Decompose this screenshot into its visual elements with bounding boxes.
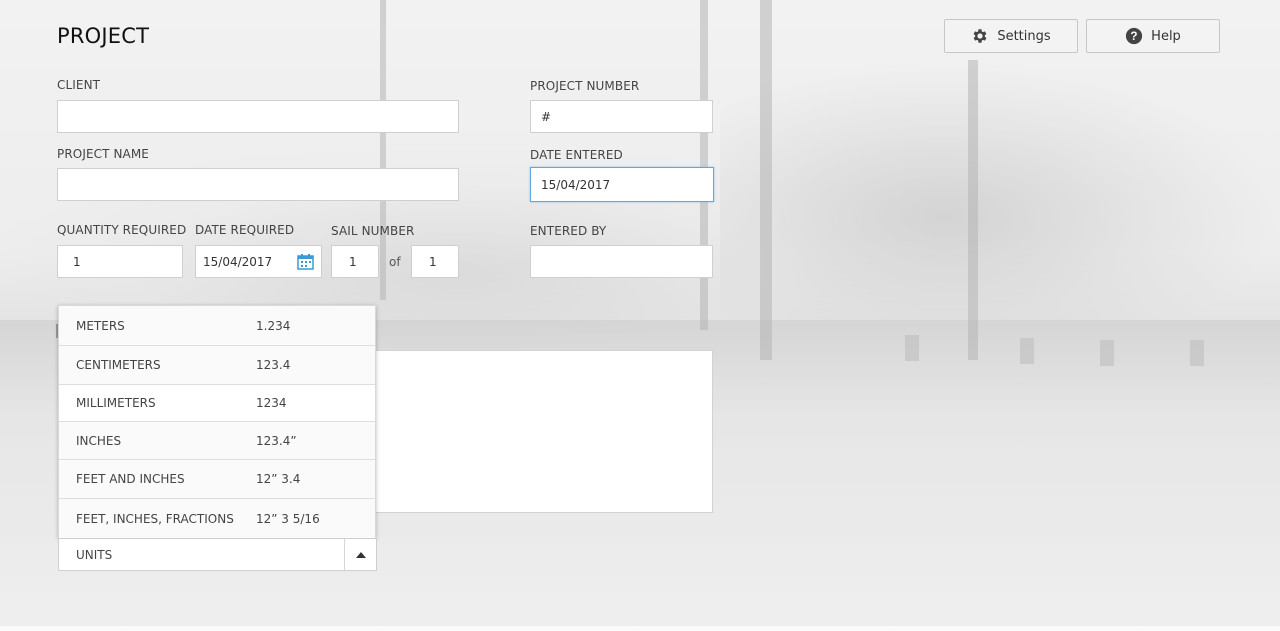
date-entered-input[interactable]: 15/04/2017 (530, 167, 714, 202)
units-option-example: 12” 3.4 (256, 472, 301, 486)
settings-button[interactable]: Settings (944, 19, 1078, 53)
chevron-up-icon[interactable] (344, 539, 376, 570)
sail-number-input[interactable]: 1 (331, 245, 379, 278)
help-button[interactable]: ? Help (1086, 19, 1220, 53)
units-option-name: MILLIMETERS (76, 396, 156, 410)
units-option-meters[interactable]: METERS 1.234 (59, 306, 375, 346)
units-option-name: METERS (76, 318, 125, 333)
client-input[interactable] (57, 100, 459, 133)
units-option-example: 1.234 (256, 318, 291, 333)
date-required-value: 15/04/2017 (203, 254, 273, 269)
sail-number-total-input[interactable]: 1 (411, 245, 459, 278)
units-option-name: FEET AND INCHES (76, 472, 185, 486)
units-option-example: 1234 (256, 396, 287, 410)
help-icon: ? (1125, 27, 1143, 45)
notes-textarea[interactable] (358, 350, 713, 513)
svg-text:?: ? (1131, 30, 1138, 43)
units-option-feet-and-inches[interactable]: FEET AND INCHES 12” 3.4 (59, 460, 375, 499)
units-option-inches[interactable]: INCHES 123.4” (59, 422, 375, 460)
units-option-feet-inches-fractions[interactable]: FEET, INCHES, FRACTIONS 12” 3 5/16 (59, 499, 375, 538)
quantity-required-input[interactable]: 1 (57, 245, 183, 278)
date-entered-label: DATE ENTERED (530, 148, 623, 162)
entered-by-input[interactable] (530, 245, 713, 278)
units-option-millimeters[interactable]: MILLIMETERS 1234 (59, 385, 375, 422)
calendar-icon[interactable] (297, 254, 314, 273)
help-button-label: Help (1151, 28, 1181, 44)
units-option-name: CENTIMETERS (76, 358, 161, 372)
units-option-example: 12” 3 5/16 (256, 511, 320, 526)
units-option-centimeters[interactable]: CENTIMETERS 123.4 (59, 346, 375, 385)
client-label: CLIENT (57, 78, 101, 92)
sail-number-label: SAIL NUMBER (331, 224, 415, 238)
units-select-value: UNITS (76, 547, 113, 562)
project-number-label: PROJECT NUMBER (530, 79, 640, 93)
units-option-example: 123.4” (256, 433, 297, 448)
units-dropdown-menu: METERS 1.234 CENTIMETERS 123.4 MILLIMETE… (58, 305, 376, 538)
units-option-name: INCHES (76, 433, 122, 448)
units-option-name: FEET, INCHES, FRACTIONS (76, 511, 234, 526)
entered-by-label: ENTERED BY (530, 224, 607, 238)
project-name-input[interactable] (57, 168, 459, 201)
quantity-required-label: QUANTITY REQUIRED (57, 223, 187, 237)
settings-button-label: Settings (997, 28, 1051, 44)
units-option-example: 123.4 (256, 358, 291, 372)
date-required-input[interactable]: 15/04/2017 (195, 245, 322, 278)
project-name-label: PROJECT NAME (57, 147, 149, 161)
date-required-label: DATE REQUIRED (195, 223, 295, 237)
sail-number-of-text: of (389, 255, 401, 269)
project-number-input[interactable]: # (530, 100, 713, 133)
page-title: PROJECT (57, 24, 150, 48)
gear-icon (971, 27, 989, 45)
units-select[interactable]: UNITS (58, 538, 377, 571)
